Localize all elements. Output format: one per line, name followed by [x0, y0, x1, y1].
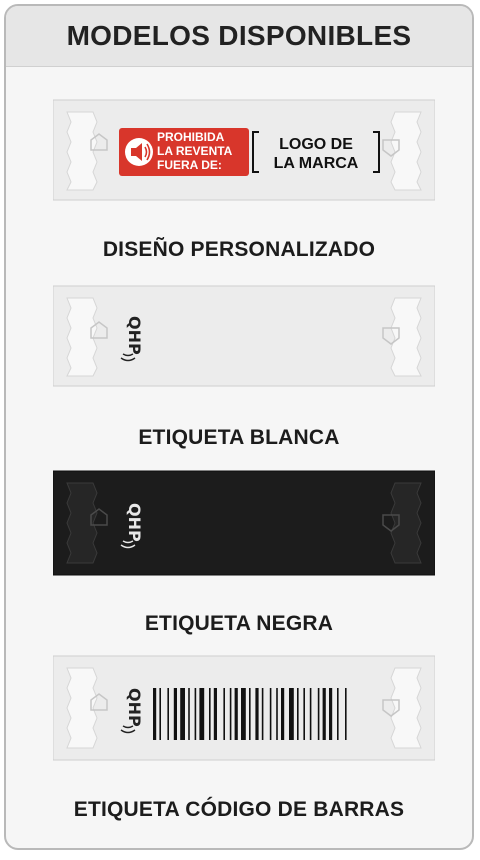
page-title: MODELOS DISPONIBLES: [66, 20, 412, 51]
warning-line-2: LA REVENTA: [157, 144, 233, 158]
qhp-logo: QHP: [125, 503, 144, 542]
barcode-bar: [153, 688, 157, 740]
barcode-bar: [261, 688, 264, 740]
barcode-bar: [303, 688, 305, 740]
barcode-bar: [213, 688, 217, 740]
barcode-bar: [159, 688, 161, 740]
white-tag: QHP: [53, 284, 435, 388]
barcode-tag: QHP: [53, 654, 435, 761]
barcode-bar: [234, 688, 238, 740]
brand-logo-line-2: LA MARCA: [274, 155, 359, 172]
barcode-bar: [209, 688, 211, 740]
qhp-logo: QHP: [125, 316, 144, 355]
barcode-bar: [180, 688, 185, 740]
caption-black-tag: ETIQUETA NEGRA: [144, 612, 334, 635]
barcode-bar: [223, 688, 225, 740]
barcode-bar: [194, 688, 197, 740]
barcode-bar: [167, 688, 169, 740]
barcode-bar: [229, 688, 232, 740]
qhp-logo: QHP: [125, 688, 144, 727]
barcode-bar: [297, 688, 299, 740]
black-tag: QHP: [53, 469, 435, 576]
barcode-bar: [173, 688, 177, 740]
barcode-bar: [199, 688, 205, 740]
barcode-bar: [188, 688, 190, 740]
warning-line-1: PROHIBIDA: [157, 130, 225, 144]
caption-white-tag: ETIQUETA BLANCA: [138, 426, 340, 449]
barcode-bar: [249, 688, 251, 740]
barcode-bar: [276, 688, 278, 740]
barcode-bar: [322, 688, 326, 740]
models-card: MODELOS DISPONIBLES PROHIBIDA LA REVENTA…: [4, 4, 474, 850]
barcode-bar: [317, 688, 320, 740]
barcode-bar: [241, 688, 246, 740]
barcode-bar: [345, 688, 347, 740]
brand-logo-line-1: LOGO DE: [279, 136, 353, 153]
custom-design-tag: PROHIBIDA LA REVENTA FUERA DE: LOGO DE L…: [53, 98, 435, 202]
caption-custom-design: DISEÑO PERSONALIZADO: [102, 238, 376, 261]
caption-barcode-tag: ETIQUETA CÓDIGO DE BARRAS: [73, 798, 405, 821]
barcode-bar: [255, 688, 259, 740]
barcode-bar: [309, 688, 312, 740]
header: MODELOS DISPONIBLES: [6, 6, 472, 67]
barcode-bar: [289, 688, 294, 740]
barcode-bar: [329, 688, 333, 740]
barcode-bar: [281, 688, 285, 740]
barcode-bar: [337, 688, 339, 740]
barcode-bar: [269, 688, 272, 740]
warning-line-3: FUERA DE:: [157, 158, 222, 172]
